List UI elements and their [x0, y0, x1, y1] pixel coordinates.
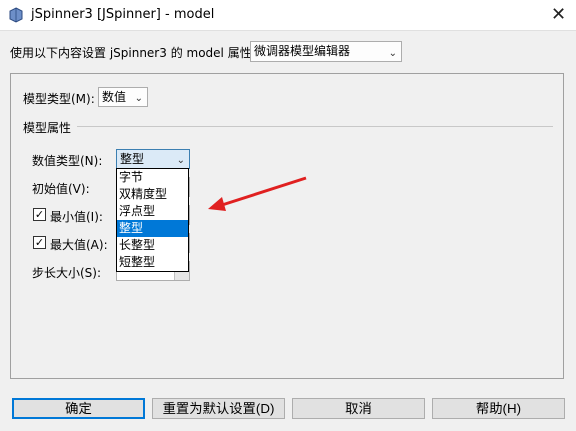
dropdown-option[interactable]: 字节 — [117, 169, 188, 186]
dropdown-option[interactable]: 短整型 — [117, 254, 188, 271]
model-type-select[interactable]: 数值 ⌄ — [98, 87, 148, 107]
number-type-value: 整型 — [120, 152, 145, 166]
dropdown-option[interactable]: 浮点型 — [117, 203, 188, 220]
model-type-label: 模型类型(M): — [23, 92, 95, 106]
annotation-arrow-icon — [208, 176, 307, 211]
ok-button[interactable]: 确定 — [12, 398, 145, 419]
editor-select-value: 微调器模型编辑器 — [254, 44, 351, 58]
model-type-value: 数值 — [102, 90, 127, 104]
cancel-button[interactable]: 取消 — [292, 398, 425, 419]
help-button[interactable]: 帮助(H) — [432, 398, 565, 419]
step-size-label: 步长大小(S): — [32, 266, 102, 280]
dropdown-option[interactable]: 双精度型 — [117, 186, 188, 203]
editor-label: 使用以下内容设置 jSpinner3 的 model 属性： — [10, 46, 264, 60]
editor-select[interactable]: 微调器模型编辑器 ⌄ — [250, 41, 402, 62]
initial-value-label: 初始值(V): — [32, 182, 90, 196]
min-value-checkbox[interactable]: ✓ — [33, 208, 46, 221]
max-value-checkbox[interactable]: ✓ — [33, 236, 46, 249]
section-title: 模型属性 — [23, 121, 72, 135]
title-bar: jSpinner3 [JSpinner] - model ✕ — [0, 0, 576, 30]
window-title: jSpinner3 [JSpinner] - model — [31, 7, 215, 22]
number-type-select[interactable]: 整型 ⌄ — [116, 149, 190, 169]
dropdown-option-selected[interactable]: 整型 — [117, 220, 188, 237]
close-icon[interactable]: ✕ — [541, 0, 576, 30]
max-value-label: 最大值(A): — [50, 238, 108, 252]
chevron-down-icon: ⌄ — [388, 48, 397, 59]
app-icon — [9, 7, 23, 23]
dialog-body: 使用以下内容设置 jSpinner3 的 model 属性： 微调器模型编辑器 … — [0, 30, 576, 431]
section-divider — [77, 126, 553, 127]
min-value-label: 最小值(I): — [50, 210, 103, 224]
model-panel: 模型类型(M): 数值 ⌄ 模型属性 数值类型(N): 整型 ⌄ 初始值(V):… — [10, 73, 564, 379]
number-type-dropdown-list: 字节 双精度型 浮点型 整型 长整型 短整型 — [116, 168, 189, 272]
chevron-down-icon: ⌄ — [134, 93, 143, 104]
dropdown-option[interactable]: 长整型 — [117, 237, 188, 254]
reset-defaults-button[interactable]: 重置为默认设置(D) — [152, 398, 285, 419]
number-type-label: 数值类型(N): — [32, 154, 103, 168]
